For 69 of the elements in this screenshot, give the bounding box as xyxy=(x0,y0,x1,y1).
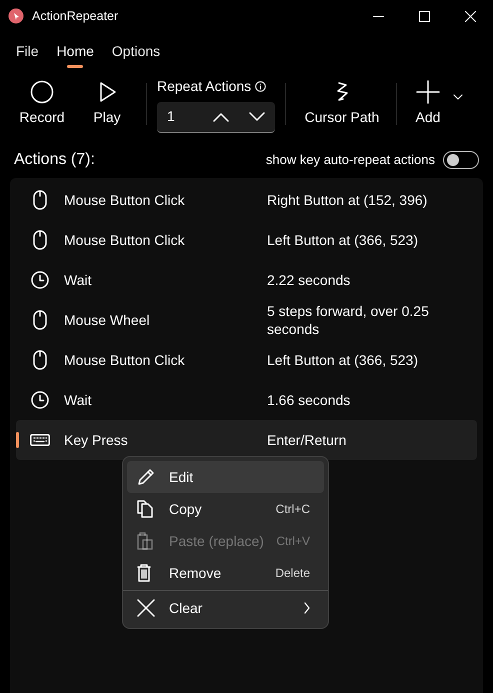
action-detail: Enter/Return xyxy=(267,431,348,449)
mouse-icon xyxy=(33,350,47,370)
mouse-icon xyxy=(33,190,47,210)
repeat-actions-label: Repeat Actions xyxy=(157,76,252,96)
action-row[interactable]: Mouse Wheel 5 steps forward, over 0.25 seconds xyxy=(16,300,477,340)
action-row[interactable]: Wait 2.22 seconds xyxy=(16,260,477,300)
close-icon xyxy=(137,599,155,617)
play-button[interactable]: Play xyxy=(74,78,140,130)
shortcut-label: Ctrl+V xyxy=(276,533,310,550)
chevron-down-icon xyxy=(453,94,463,100)
action-detail: 2.22 seconds xyxy=(267,271,352,289)
repeat-count-spinner[interactable]: 1 xyxy=(157,102,275,132)
action-name: Mouse Button Click xyxy=(64,230,186,250)
clock-icon xyxy=(31,391,49,409)
shortcut-label: Delete xyxy=(275,565,310,582)
keyboard-icon xyxy=(30,434,50,446)
chevron-up-icon xyxy=(213,112,229,122)
menu-tab[interactable]: Home xyxy=(48,34,102,68)
menu-item-label: Copy xyxy=(169,500,202,519)
window-title: ActionRepeater xyxy=(32,8,118,25)
clipboard-icon xyxy=(137,532,153,550)
actions-heading: Actions (7): xyxy=(14,150,95,170)
action-detail: Left Button at (366, 523) xyxy=(267,351,419,369)
app-logo-icon xyxy=(8,8,24,24)
toggle-label: show key auto-repeat actions xyxy=(266,151,435,170)
action-detail: Left Button at (366, 523) xyxy=(267,231,419,249)
selection-indicator xyxy=(16,432,19,448)
trash-icon xyxy=(137,564,151,582)
action-detail: Right Button at (152, 396) xyxy=(267,191,428,209)
cursor-path-button[interactable]: Cursor Path xyxy=(294,78,390,130)
menu-item[interactable]: Edit xyxy=(127,461,324,493)
circle-icon xyxy=(30,80,54,104)
maximize-icon xyxy=(418,10,430,22)
menu-item-label: Remove xyxy=(169,564,222,582)
menu-item[interactable]: Remove Delete xyxy=(127,557,324,589)
action-row[interactable]: Key Press Enter/Return xyxy=(16,420,477,460)
menu-item[interactable]: Copy Ctrl+C xyxy=(127,493,324,525)
action-name: Mouse Button Click xyxy=(64,190,186,210)
action-name: Wait xyxy=(64,390,92,410)
mouse-icon xyxy=(33,230,47,250)
add-dropdown-button[interactable] xyxy=(453,94,463,100)
clock-icon xyxy=(31,271,49,289)
action-detail: 5 steps forward, over 0.25 seconds xyxy=(267,302,430,338)
action-name: Mouse Wheel xyxy=(64,310,151,330)
close-icon xyxy=(464,10,476,22)
menu-item-label: Clear xyxy=(169,598,202,618)
record-button[interactable]: Record xyxy=(10,78,74,130)
menu-item-label: Paste (replace) xyxy=(169,532,264,551)
menu-tab[interactable]: File xyxy=(8,34,47,68)
action-row[interactable]: Mouse Button Click Left Button at (366, 523) xyxy=(16,340,477,380)
mouse-icon xyxy=(33,310,47,330)
action-name: Mouse Button Click xyxy=(64,350,186,370)
action-name: Key Press xyxy=(64,430,129,450)
action-row[interactable]: Wait 1.66 seconds xyxy=(16,380,477,420)
action-name: Wait xyxy=(64,270,92,290)
shortcut-label: Ctrl+C xyxy=(276,501,310,518)
pencil-icon xyxy=(137,468,155,486)
menu-tab[interactable]: Options xyxy=(104,34,168,68)
action-detail: 1.66 seconds xyxy=(267,391,352,409)
copy-icon xyxy=(137,500,153,518)
chevron-down-icon xyxy=(249,112,265,122)
add-button[interactable]: Add xyxy=(403,78,453,130)
auto-repeat-toggle[interactable] xyxy=(443,151,479,169)
menu-item[interactable]: Clear xyxy=(127,592,324,624)
plus-icon xyxy=(416,80,440,104)
action-row[interactable]: Mouse Button Click Left Button at (366, 523) xyxy=(16,220,477,260)
menu-item-label: Edit xyxy=(169,468,194,486)
action-row[interactable]: Mouse Button Click Right Button at (152, 396) xyxy=(16,180,477,220)
info-icon xyxy=(255,80,266,92)
